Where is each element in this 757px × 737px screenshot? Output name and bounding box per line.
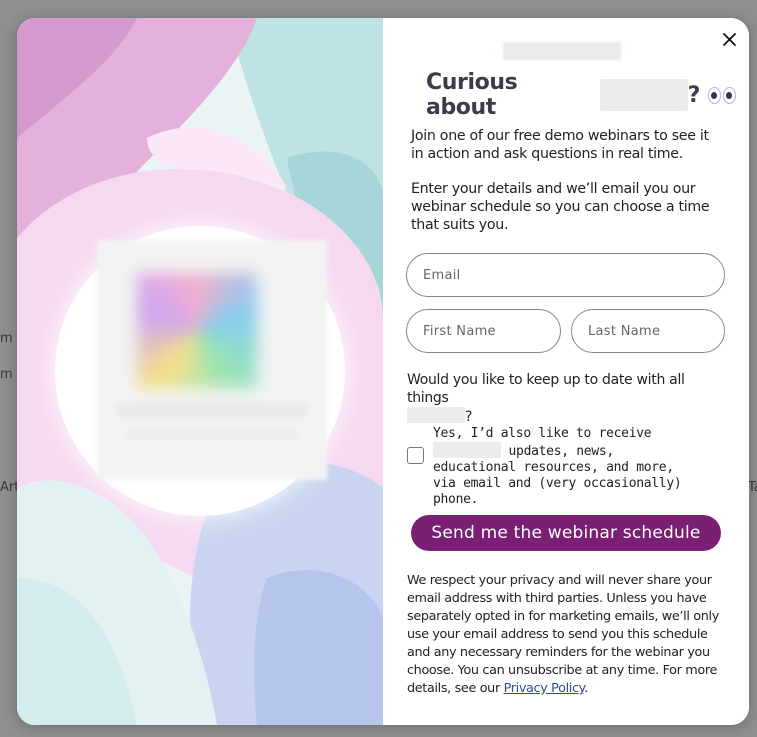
marketing-consent-label: Yes, I’d also like to receive updates, n… <box>433 426 703 508</box>
eyes-emoji-icon <box>708 86 736 104</box>
last-name-field[interactable] <box>571 309 725 353</box>
consent-prefix: Yes, I’d also like to receive <box>433 426 652 441</box>
logo-mark-blurred <box>137 273 257 388</box>
privacy-policy-link[interactable]: Privacy Policy <box>504 681 585 696</box>
brand-name-redacted-2 <box>407 407 465 423</box>
background-fragment-1: m <box>0 331 13 346</box>
privacy-end: . <box>584 681 588 696</box>
brand-name-redacted-3 <box>433 442 501 458</box>
webinar-signup-modal: Curious about ? Join one of our free dem… <box>17 18 749 725</box>
background-fragment-2: m <box>0 367 13 382</box>
privacy-text: We respect your privacy and will never s… <box>407 573 719 696</box>
question-prefix: Would you like to keep up to date with a… <box>407 372 685 406</box>
question-suffix: ? <box>465 409 473 425</box>
background-fragment-4: Ta <box>748 480 757 495</box>
intro-text: Join one of our free demo webinars to se… <box>411 128 709 162</box>
close-button[interactable] <box>718 28 740 50</box>
eye-right-icon <box>723 86 736 104</box>
logo-wordmark-blurred <box>117 403 307 417</box>
headline-suffix: ? <box>687 82 701 108</box>
headline-prefix: Curious about <box>426 70 518 120</box>
signup-panel: Curious about ? Join one of our free dem… <box>383 18 749 725</box>
updates-question: Would you like to keep up to date with a… <box>407 371 727 426</box>
close-icon <box>722 32 736 46</box>
headline: Curious about ? <box>426 70 736 120</box>
logo-tagline-blurred <box>127 428 297 440</box>
details-text: Enter your details and we’ll email you o… <box>411 181 710 233</box>
brand-name-redacted <box>599 79 688 111</box>
marketing-consent-checkbox[interactable] <box>407 447 424 464</box>
privacy-notice: We respect your privacy and will never s… <box>407 572 725 698</box>
decorative-artwork <box>17 18 383 725</box>
eye-left-icon <box>708 86 721 104</box>
first-name-field[interactable] <box>406 309 561 353</box>
send-webinar-schedule-button[interactable]: Send me the webinar schedule <box>411 515 721 551</box>
brand-logo-redacted <box>503 42 621 60</box>
email-field[interactable] <box>406 253 725 297</box>
